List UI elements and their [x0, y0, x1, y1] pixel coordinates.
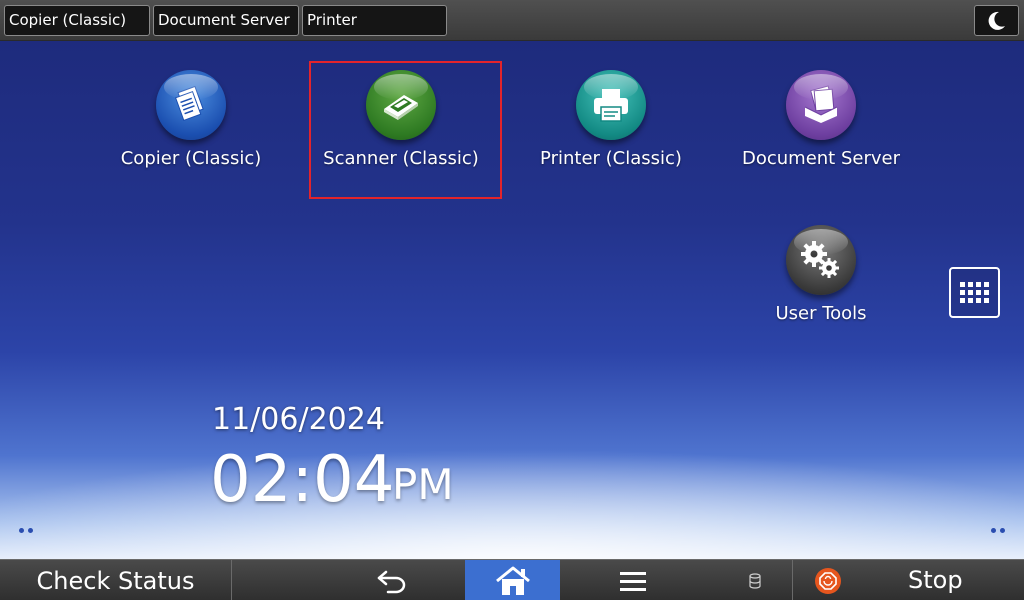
menu-button[interactable] [585, 560, 680, 600]
energy-saver-button[interactable] [974, 5, 1019, 36]
time-display: 02:04 [210, 443, 395, 517]
page-indicator-right [991, 528, 1005, 534]
app-label: Printer (Classic) [540, 148, 682, 169]
selection-highlight [309, 61, 502, 199]
tab-document-server[interactable]: Document Server [153, 5, 299, 36]
copier-icon [156, 70, 226, 140]
document-server-icon [786, 70, 856, 140]
am-pm-display: PM [392, 460, 454, 509]
app-label: Copier (Classic) [120, 148, 262, 169]
tab-printer[interactable]: Printer [302, 5, 447, 36]
app-copier-classic[interactable]: Copier (Classic) [101, 70, 281, 169]
application-list-button[interactable] [949, 267, 1000, 318]
check-status-button[interactable]: Check Status [0, 560, 232, 600]
printer-icon [576, 70, 646, 140]
stop-button[interactable]: Stop [792, 560, 1024, 600]
page-indicator-left [19, 528, 33, 534]
top-bar: Copier (Classic) Document Server Printer [0, 0, 1024, 41]
app-user-tools[interactable]: User Tools [731, 225, 911, 324]
back-button[interactable] [345, 560, 440, 600]
moon-icon [988, 11, 1005, 30]
back-arrow-icon [377, 570, 405, 593]
stop-icon [815, 568, 841, 594]
tab-copier-classic[interactable]: Copier (Classic) [4, 5, 150, 36]
bottom-bar: Check Status Stop [0, 559, 1024, 600]
home-screen: Copier (Classic) Scanner (Classic) Print… [0, 41, 1024, 559]
home-icon [495, 566, 530, 595]
data-storage-icon [735, 560, 775, 600]
hamburger-menu-icon [619, 571, 646, 591]
app-document-server[interactable]: Document Server [731, 70, 911, 169]
home-button[interactable] [465, 560, 560, 600]
app-label: User Tools [775, 303, 867, 324]
gears-icon [786, 225, 856, 295]
stop-label: Stop [908, 566, 963, 594]
app-printer-classic[interactable]: Printer (Classic) [521, 70, 701, 169]
date-display: 11/06/2024 [212, 402, 385, 437]
app-label: Document Server [741, 148, 900, 169]
